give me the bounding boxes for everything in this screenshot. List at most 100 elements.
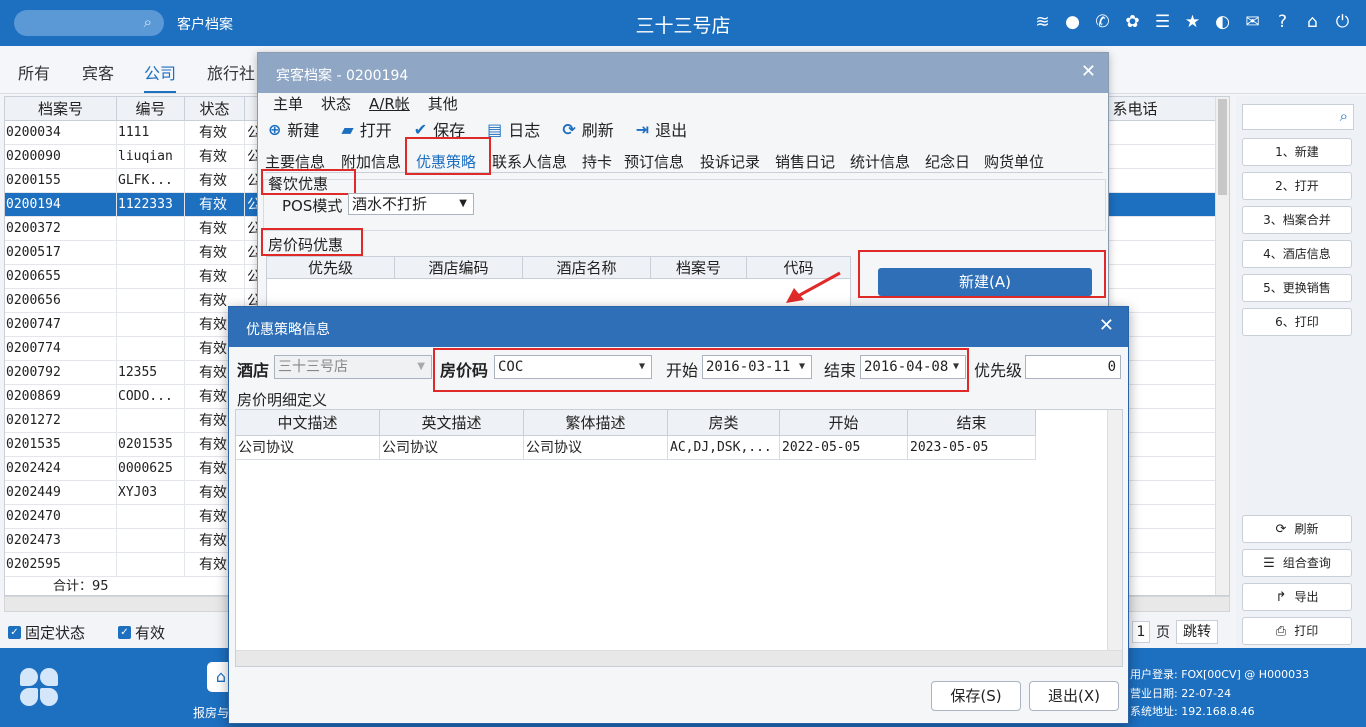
- search-icon[interactable]: ⌕: [1340, 107, 1348, 125]
- pos-mode-select[interactable]: 酒水不打折 ▼: [348, 193, 474, 215]
- export-button[interactable]: ↱ 导出: [1242, 583, 1352, 611]
- detail-vertical-scrollbar[interactable]: [1107, 410, 1122, 650]
- combined-query-button[interactable]: ☰ 组合查询: [1242, 549, 1352, 577]
- discount-dialog-titlebar[interactable]: 优惠策略信息 ✕: [229, 307, 1128, 347]
- app-logo-icon[interactable]: [20, 668, 60, 708]
- pos-mode-label: POS模式: [282, 197, 343, 215]
- detail-cell[interactable]: 2022-05-05: [780, 436, 908, 460]
- tab-statistics[interactable]: 统计信息: [850, 151, 910, 172]
- merge-profile-button[interactable]: 3、档案合并: [1242, 206, 1352, 234]
- room-status-label[interactable]: 报房与: [193, 704, 229, 721]
- hotel-info-button[interactable]: 4、酒店信息: [1242, 240, 1352, 268]
- profile-no-cell: 0201535: [5, 433, 117, 457]
- phone-icon[interactable]: ✆: [1093, 10, 1112, 34]
- detail-horizontal-scrollbar[interactable]: [236, 650, 1122, 666]
- chevron-down-icon: ▼: [417, 361, 425, 372]
- chat-icon[interactable]: ●: [1063, 10, 1082, 34]
- checkbox-checked-icon[interactable]: ✓: [8, 626, 21, 639]
- mail-icon[interactable]: ✉: [1243, 10, 1262, 34]
- fixed-status-checkbox[interactable]: ✓ 固定状态: [8, 622, 85, 643]
- toolbar-refresh-label: 刷新: [581, 121, 614, 140]
- col-profile-no[interactable]: 档案号: [651, 257, 747, 279]
- tab-guest[interactable]: 宾客: [82, 60, 114, 84]
- tab-purchasing-unit[interactable]: 购货单位: [984, 151, 1044, 172]
- checkbox-checked-icon[interactable]: ✓: [118, 626, 131, 639]
- page-number-input[interactable]: 1: [1132, 621, 1150, 643]
- toolbar-open-button[interactable]: ▰ 打开: [341, 117, 391, 141]
- list-icon: ☰: [1263, 556, 1275, 571]
- refresh-button[interactable]: ⟳ 刷新: [1242, 515, 1352, 543]
- menu-ar[interactable]: A/R帐: [369, 93, 410, 114]
- tab-travel-agency[interactable]: 旅行社: [207, 60, 255, 84]
- col-priority[interactable]: 优先级: [267, 257, 395, 279]
- menu-icon[interactable]: ☰: [1153, 10, 1172, 34]
- toolbar-exit-button[interactable]: ⇥ 退出: [636, 117, 687, 141]
- detail-cell[interactable]: 公司协议: [380, 436, 524, 460]
- new-profile-button[interactable]: 1、新建: [1242, 138, 1352, 166]
- col-hotel-name[interactable]: 酒店名称: [523, 257, 651, 279]
- col-hotel-code[interactable]: 酒店编码: [395, 257, 523, 279]
- tab-company[interactable]: 公司: [144, 60, 177, 93]
- print-list-button[interactable]: 6、打印: [1242, 308, 1352, 336]
- col-status[interactable]: 状态: [185, 97, 245, 121]
- col-chinese-desc[interactable]: 中文描述: [236, 410, 380, 436]
- detail-cell[interactable]: 2023-05-05: [908, 436, 1036, 460]
- code-cell: liuqian: [117, 145, 185, 169]
- tab-sales-diary[interactable]: 销售日记: [775, 151, 835, 172]
- detail-cell[interactable]: AC,DJ,DSK,...: [668, 436, 780, 460]
- detail-cell[interactable]: 公司协议: [236, 436, 380, 460]
- code-cell: 1111: [117, 121, 185, 145]
- wifi-icon[interactable]: ≋: [1033, 10, 1052, 34]
- power-icon[interactable]: ⏻: [1333, 10, 1352, 34]
- priority-label: 优先级: [974, 361, 1023, 380]
- col-traditional-desc[interactable]: 繁体描述: [524, 410, 668, 436]
- valid-checkbox[interactable]: ✓ 有效: [118, 622, 165, 643]
- help-icon[interactable]: ?: [1273, 10, 1292, 34]
- tab-contacts[interactable]: 联系人信息: [492, 151, 567, 172]
- close-icon[interactable]: ✕: [1081, 61, 1096, 82]
- jump-button[interactable]: 跳转: [1176, 620, 1218, 644]
- tab-anniversary[interactable]: 纪念日: [925, 151, 970, 172]
- print-button[interactable]: ⎙ 打印: [1242, 617, 1352, 645]
- tab-reservations[interactable]: 预订信息: [624, 151, 684, 172]
- col-room-type[interactable]: 房类: [668, 410, 780, 436]
- priority-input[interactable]: 0: [1025, 355, 1121, 379]
- chevron-down-icon[interactable]: ▼: [459, 194, 467, 214]
- toolbar-new-button[interactable]: ⊕ 新建: [268, 117, 319, 141]
- highlight-rate-code-fields: [433, 348, 969, 392]
- tab-all[interactable]: 所有: [18, 60, 50, 84]
- open-profile-button[interactable]: 2、打开: [1242, 172, 1352, 200]
- exit-button[interactable]: 退出(X): [1029, 681, 1119, 711]
- toolbar-refresh-button[interactable]: ⟳ 刷新: [562, 117, 613, 141]
- panel-search-input[interactable]: ⌕: [1242, 104, 1354, 130]
- col-code[interactable]: 编号: [117, 97, 185, 121]
- save-button[interactable]: 保存(S): [931, 681, 1021, 711]
- tab-cards[interactable]: 持卡: [582, 151, 612, 172]
- menu-other[interactable]: 其他: [428, 93, 458, 114]
- change-sales-button[interactable]: 5、更换销售: [1242, 274, 1352, 302]
- combined-query-label: 组合查询: [1282, 556, 1331, 570]
- col-start[interactable]: 开始: [780, 410, 908, 436]
- profile-dialog-titlebar[interactable]: 宾客档案 - 0200194 ✕: [258, 53, 1108, 93]
- col-english-desc[interactable]: 英文描述: [380, 410, 524, 436]
- detail-cell[interactable]: 公司协议: [524, 436, 668, 460]
- palette-icon[interactable]: ✿: [1123, 10, 1142, 34]
- col-end[interactable]: 结束: [908, 410, 1036, 436]
- contrast-icon[interactable]: ◐: [1213, 10, 1232, 34]
- toolbar-log-label: 日志: [508, 121, 541, 140]
- col-profile-no[interactable]: 档案号: [5, 97, 117, 121]
- toolbar-log-button[interactable]: ▤ 日志: [487, 117, 540, 141]
- menu-status[interactable]: 状态: [321, 93, 351, 114]
- scroll-thumb[interactable]: [1218, 99, 1227, 195]
- grid-vertical-scrollbar[interactable]: [1215, 97, 1229, 595]
- profile-no-cell: 0202473: [5, 529, 117, 553]
- rate-detail-grid: 中文描述 英文描述 繁体描述 房类 开始 结束 公司协议 公司协议 公司协议 A…: [235, 409, 1123, 667]
- tab-complaints[interactable]: 投诉记录: [700, 151, 760, 172]
- home-icon[interactable]: ⌂: [1303, 10, 1322, 34]
- profile-no-cell: 0200034: [5, 121, 117, 145]
- hotel-value: 三十三号店: [278, 359, 348, 375]
- star-icon[interactable]: ★: [1183, 10, 1202, 34]
- menu-main[interactable]: 主单: [273, 93, 303, 114]
- plus-icon: ⊕: [268, 119, 282, 139]
- close-icon[interactable]: ✕: [1099, 315, 1114, 336]
